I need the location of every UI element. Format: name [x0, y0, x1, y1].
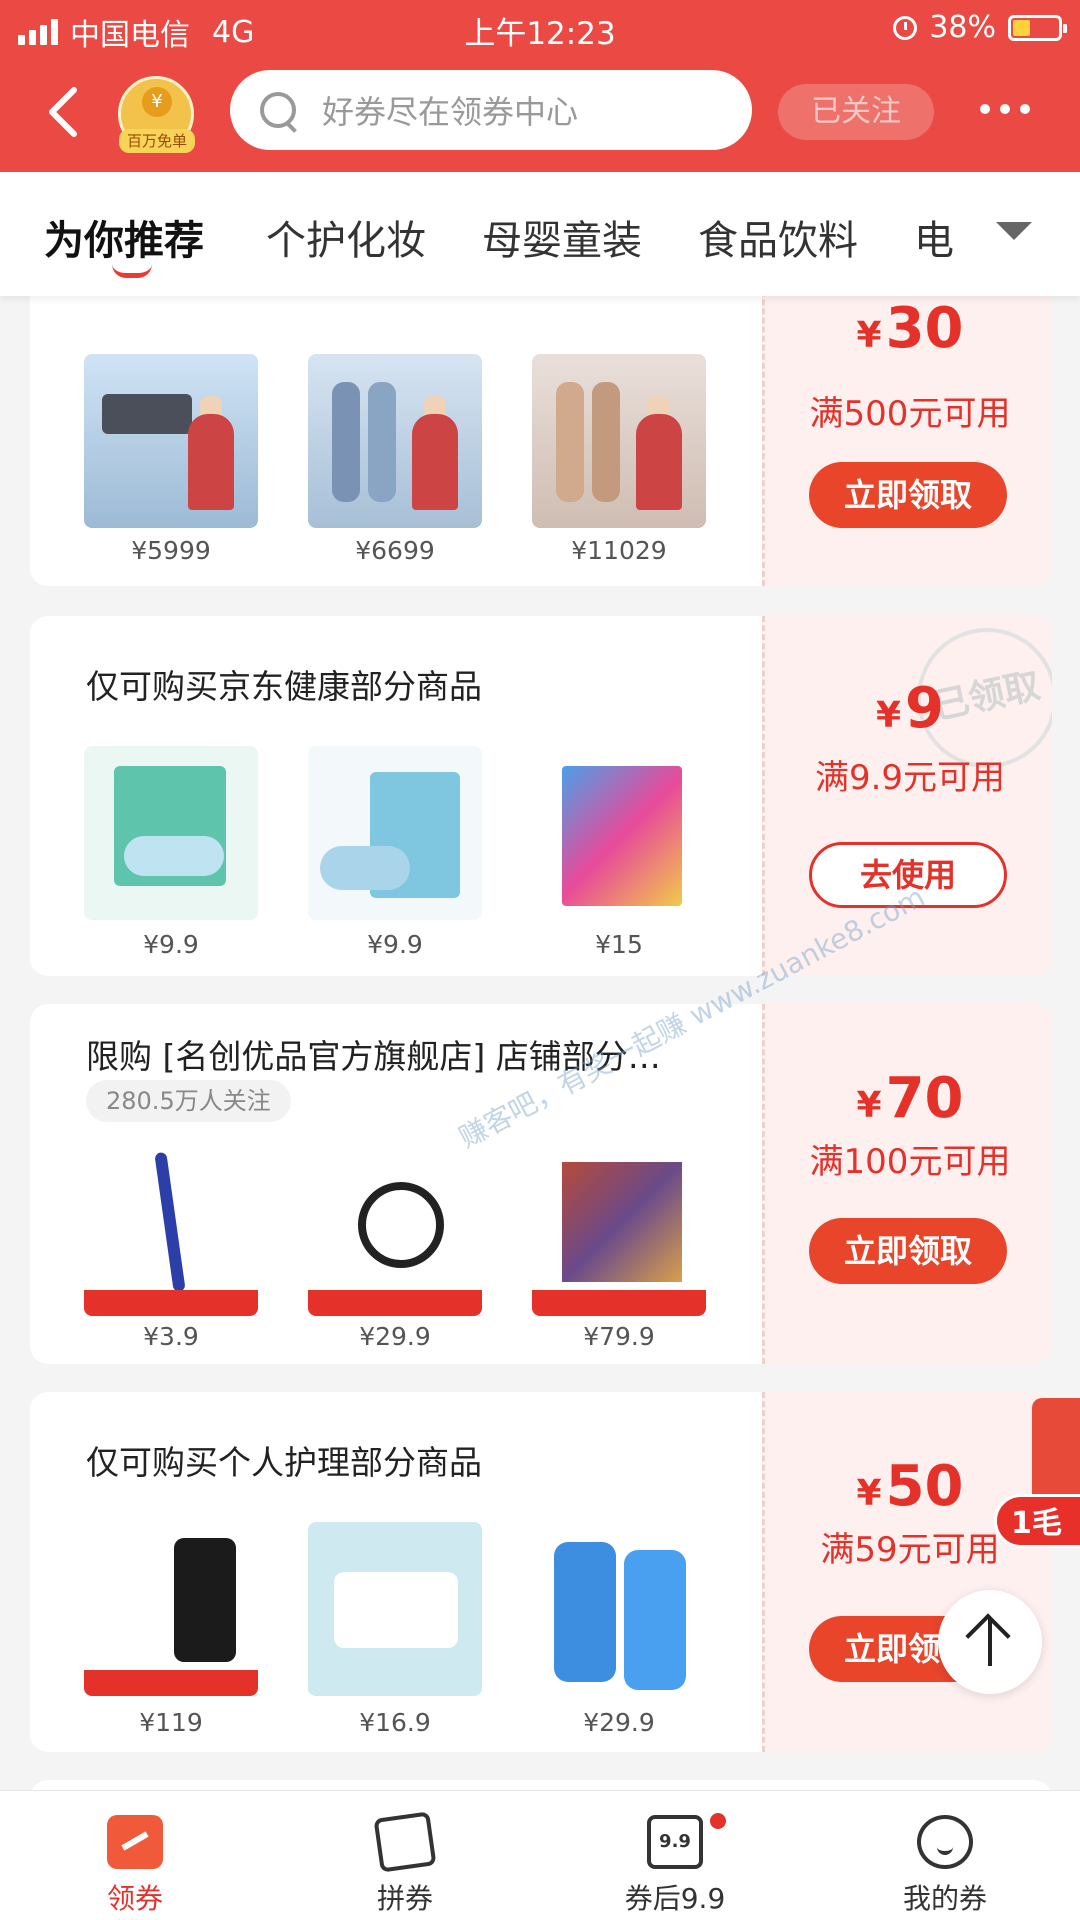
nav-bar: ¥ 百万免单 好券尽在领券中心 已关注 — [0, 70, 1080, 154]
product-price: ¥29.9 — [359, 1322, 431, 1351]
more-options-icon[interactable] — [980, 104, 1030, 114]
header: 中国电信 4G 上午12:23 38% ¥ 百万免单 好券尽在领券中心 已关注 — [0, 0, 1080, 172]
coupon-amount: ¥70 — [856, 1066, 964, 1131]
coupon-card — [30, 1780, 1052, 1790]
product-image[interactable] — [532, 1522, 706, 1696]
tab-food-drink[interactable]: 食品饮料 — [698, 208, 858, 266]
notification-dot — [710, 1813, 726, 1829]
search-placeholder: 好券尽在领券中心 — [322, 93, 579, 131]
tab-recommend[interactable]: 为你推荐 — [44, 208, 204, 266]
claim-button[interactable]: 立即领取 — [809, 462, 1007, 528]
coupon-card: 仅可购买个人护理部分商品 ¥119 ¥16.9 ¥29.9 ¥50 满59元可用… — [30, 1392, 1052, 1752]
product-image[interactable] — [532, 354, 706, 528]
status-bar: 中国电信 4G 上午12:23 38% — [0, 0, 1080, 54]
bottom-nav: 领券 拼券 9.9 券后9.9 我的券 — [0, 1790, 1080, 1920]
product-image[interactable] — [84, 1522, 258, 1696]
product-image[interactable] — [308, 354, 482, 528]
bottom-tab-price-99[interactable]: 9.9 券后9.9 — [540, 1791, 810, 1920]
coupon-amount: ¥9 — [875, 676, 945, 741]
product-image[interactable] — [84, 746, 258, 920]
search-icon — [258, 90, 298, 130]
claim-button[interactable]: 立即领取 — [809, 1218, 1007, 1284]
bottom-tab-my-coupons[interactable]: 我的券 — [810, 1791, 1080, 1920]
bottom-tab-label: 券后9.9 — [624, 1882, 726, 1915]
product-image[interactable] — [308, 1142, 482, 1316]
product-price: ¥15 — [595, 930, 643, 959]
product-image[interactable] — [308, 746, 482, 920]
product-image[interactable] — [84, 354, 258, 528]
product-price: ¥16.9 — [359, 1708, 431, 1737]
product-image[interactable] — [532, 746, 706, 920]
back-arrow-icon[interactable] — [44, 84, 84, 140]
category-tabs: 为你推荐 个护化妆 母婴童装 食品饮料 电 — [0, 172, 1080, 296]
coin-icon: ¥ — [142, 87, 172, 117]
follow-button[interactable]: 已关注 — [778, 84, 934, 140]
product-price: ¥3.9 — [143, 1322, 199, 1351]
product-image[interactable] — [308, 1522, 482, 1696]
coupon-title: 仅可购买个人护理部分商品 — [86, 1443, 482, 1482]
search-input[interactable]: 好券尽在领券中心 — [230, 70, 752, 150]
bottom-tab-label: 领券 — [106, 1882, 163, 1915]
product-price: ¥5999 — [131, 536, 211, 565]
coupon-condition: 满9.9元可用 — [814, 758, 1006, 798]
product-price: ¥79.9 — [583, 1322, 655, 1351]
product-image[interactable] — [84, 1142, 258, 1316]
coupon-list: ¥5999 ¥6699 ¥11029 ¥30 满500元可用 立即领取 仅可购买… — [0, 296, 1080, 1790]
coupon-card: ¥5999 ¥6699 ¥11029 ¥30 满500元可用 立即领取 — [30, 296, 1052, 586]
coupon-card: 限购 [名创优品官方旗舰店] 店铺部分… 280.5万人关注 ¥3.9 ¥29.… — [30, 1004, 1052, 1364]
tab-mother-baby[interactable]: 母婴童装 — [482, 208, 642, 266]
battery-percent: 38% — [929, 10, 996, 45]
bottom-tab-coupons[interactable]: 领券 — [0, 1791, 270, 1920]
coupon-condition: 满100元可用 — [809, 1142, 1011, 1182]
back-to-top-icon[interactable] — [938, 1590, 1042, 1694]
product-price: ¥11029 — [571, 536, 667, 565]
product-price: ¥9.9 — [143, 930, 199, 959]
expand-tabs-icon[interactable] — [996, 222, 1032, 240]
shop-followers: 280.5万人关注 — [86, 1080, 291, 1122]
coupon-condition: 满500元可用 — [809, 394, 1011, 434]
coupon-icon — [107, 1815, 163, 1869]
bottom-tab-label: 我的券 — [902, 1882, 987, 1915]
my-coupon-icon — [917, 1815, 973, 1869]
product-image[interactable] — [532, 1142, 706, 1316]
bottom-tab-group-coupons[interactable]: 拼券 — [270, 1791, 540, 1920]
alarm-icon — [893, 15, 918, 40]
active-tab-indicator — [112, 264, 152, 278]
coupon-title: 仅可购买京东健康部分商品 — [86, 667, 482, 706]
battery-icon — [1008, 14, 1067, 41]
product-price: ¥119 — [139, 1708, 203, 1737]
coupon-amount: ¥30 — [856, 296, 964, 361]
bottom-tab-label: 拼券 — [376, 1882, 433, 1915]
free-order-badge[interactable]: ¥ 百万免单 — [118, 76, 195, 153]
price-99-icon: 9.9 — [647, 1815, 703, 1869]
floating-promo-tag[interactable]: 1毛 — [994, 1494, 1080, 1548]
group-coupon-icon — [373, 1811, 437, 1873]
badge-label: 百万免单 — [119, 129, 195, 153]
product-price: ¥9.9 — [367, 930, 423, 959]
product-price: ¥6699 — [355, 536, 435, 565]
tab-electronics[interactable]: 电 — [914, 208, 954, 266]
tab-personal-care[interactable]: 个护化妆 — [266, 208, 426, 266]
product-price: ¥29.9 — [583, 1708, 655, 1737]
